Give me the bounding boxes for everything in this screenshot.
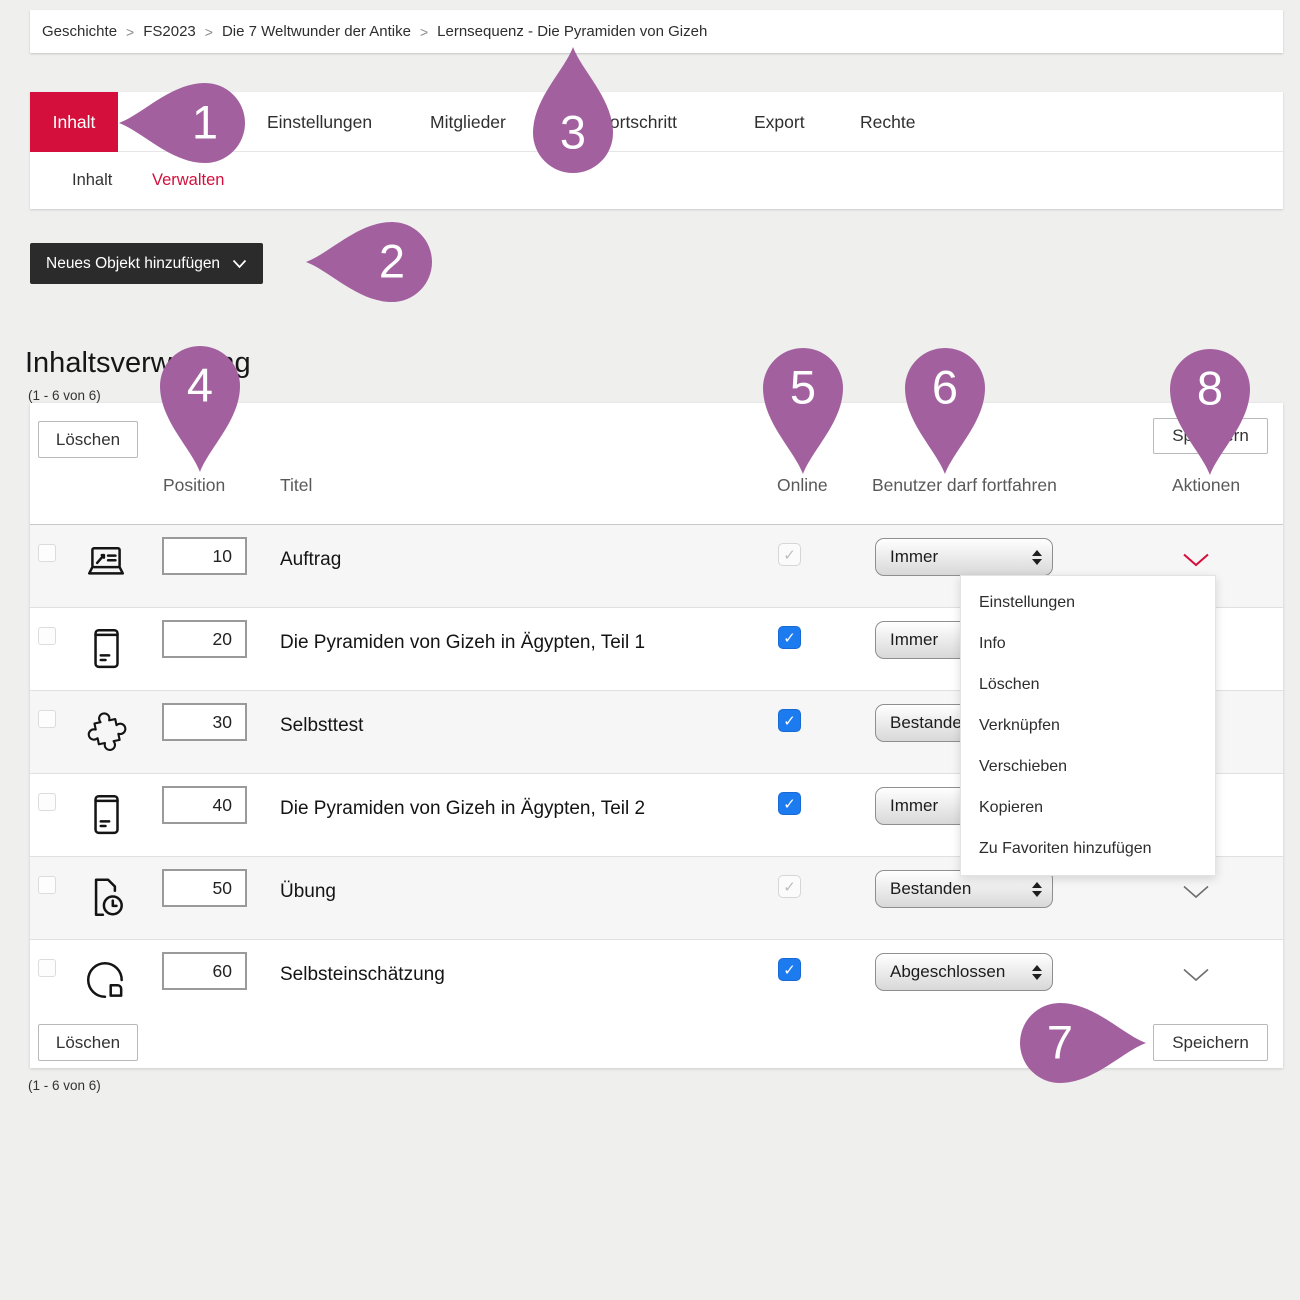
position-input[interactable] xyxy=(162,703,247,741)
chevron-down-icon xyxy=(232,259,247,269)
actions-dropdown-menu: Einstellungen Info Löschen Verknüpfen Ve… xyxy=(960,575,1216,876)
online-checkbox: ✓ xyxy=(778,543,801,566)
learning-module-icon xyxy=(83,625,129,671)
annotation-pin-number: 8 xyxy=(1197,365,1223,412)
item-title: Die Pyramiden von Gizeh in Ägypten, Teil… xyxy=(280,632,645,654)
tab-export[interactable]: Export xyxy=(754,92,805,152)
position-input[interactable] xyxy=(162,952,247,990)
breadcrumb-separator: > xyxy=(126,24,134,40)
exercise-clock-icon xyxy=(83,874,129,920)
select-arrows-icon xyxy=(1032,965,1042,980)
menu-item-kopieren[interactable]: Kopieren xyxy=(961,787,1215,828)
annotation-pin-6: 6 xyxy=(899,346,991,476)
online-checkbox[interactable]: ✓ xyxy=(778,792,801,815)
delete-button-bottom[interactable]: Löschen xyxy=(38,1024,138,1061)
tab-rechte[interactable]: Rechte xyxy=(860,92,915,152)
annotation-pin-number: 5 xyxy=(790,364,816,411)
column-header-progress: Benutzer darf fortfahren xyxy=(872,475,1057,496)
breadcrumb-item-fs2023[interactable]: FS2023 xyxy=(143,23,196,40)
menu-item-info[interactable]: Info xyxy=(961,623,1215,664)
menu-item-loeschen[interactable]: Löschen xyxy=(961,664,1215,705)
add-new-object-label: Neues Objekt hinzufügen xyxy=(46,255,220,273)
column-header-actions: Aktionen xyxy=(1172,475,1240,496)
breadcrumb-item-lernsequenz[interactable]: Lernsequenz - Die Pyramiden von Gizeh xyxy=(437,23,707,40)
annotation-pin-number: 3 xyxy=(560,109,586,156)
item-title: Selbsttest xyxy=(280,715,363,737)
annotation-pin-1: 1 xyxy=(117,77,247,169)
progress-select[interactable]: Immer xyxy=(875,538,1053,576)
item-title: Auftrag xyxy=(280,549,341,571)
breadcrumb-item-weltwunder[interactable]: Die 7 Weltwunder der Antike xyxy=(222,23,411,40)
item-title: Die Pyramiden von Gizeh in Ägypten, Teil… xyxy=(280,798,645,820)
ilias-content-admin-page: Geschichte > FS2023 > Die 7 Weltwunder d… xyxy=(0,0,1300,1300)
menu-item-verknuepfen[interactable]: Verknüpfen xyxy=(961,705,1215,746)
item-title: Selbsteinschätzung xyxy=(280,964,445,986)
annotation-pin-number: 1 xyxy=(192,99,218,146)
assignment-laptop-icon xyxy=(83,542,129,588)
item-title: Übung xyxy=(280,881,336,903)
online-checkbox[interactable]: ✓ xyxy=(778,626,801,649)
row-select-checkbox[interactable] xyxy=(38,710,56,728)
annotation-pin-4: 4 xyxy=(154,344,246,474)
tab-inhalt[interactable]: Inhalt xyxy=(30,92,118,152)
tab-einstellungen[interactable]: Einstellungen xyxy=(267,92,372,152)
delete-button-top[interactable]: Löschen xyxy=(38,421,138,458)
progress-select-value: Abgeschlossen xyxy=(890,962,1032,982)
row-select-checkbox[interactable] xyxy=(38,959,56,977)
annotation-pin-number: 7 xyxy=(1047,1019,1073,1066)
actions-dropdown-toggle[interactable] xyxy=(1182,967,1210,983)
online-checkbox[interactable]: ✓ xyxy=(778,709,801,732)
subtab-inhalt[interactable]: Inhalt xyxy=(72,152,112,208)
annotation-pin-5: 5 xyxy=(757,346,849,476)
progress-select-value: Bestanden xyxy=(890,879,1032,899)
position-input[interactable] xyxy=(162,537,247,575)
learning-module-icon xyxy=(83,791,129,837)
annotation-pin-3: 3 xyxy=(527,45,619,175)
row-select-checkbox[interactable] xyxy=(38,544,56,562)
column-header-online: Online xyxy=(777,475,828,496)
breadcrumb-item-geschichte[interactable]: Geschichte xyxy=(42,23,117,40)
annotation-pin-number: 2 xyxy=(379,238,405,285)
row-select-checkbox[interactable] xyxy=(38,627,56,645)
progress-select[interactable]: Abgeschlossen xyxy=(875,953,1053,991)
menu-item-favoriten[interactable]: Zu Favoriten hinzufügen xyxy=(961,828,1215,869)
position-input[interactable] xyxy=(162,869,247,907)
annotation-pin-number: 4 xyxy=(187,362,213,409)
online-checkbox: ✓ xyxy=(778,875,801,898)
survey-icon xyxy=(83,957,129,1003)
annotation-pin-8: 8 xyxy=(1164,347,1256,477)
select-arrows-icon xyxy=(1032,882,1042,897)
annotation-pin-7: 7 xyxy=(1018,997,1148,1089)
breadcrumb: Geschichte > FS2023 > Die 7 Weltwunder d… xyxy=(30,10,1283,53)
actions-dropdown-toggle[interactable] xyxy=(1182,552,1210,568)
row-select-checkbox[interactable] xyxy=(38,793,56,811)
row-select-checkbox[interactable] xyxy=(38,876,56,894)
column-header-title: Titel xyxy=(280,475,312,496)
menu-item-einstellungen[interactable]: Einstellungen xyxy=(961,582,1215,623)
result-range-top: (1 - 6 von 6) xyxy=(28,388,101,403)
result-range-bottom: (1 - 6 von 6) xyxy=(28,1078,101,1093)
position-input[interactable] xyxy=(162,620,247,658)
select-arrows-icon xyxy=(1032,550,1042,565)
online-checkbox[interactable]: ✓ xyxy=(778,958,801,981)
column-header-position: Position xyxy=(163,475,225,496)
annotation-pin-number: 6 xyxy=(932,364,958,411)
breadcrumb-separator: > xyxy=(205,24,213,40)
annotation-pin-2: 2 xyxy=(304,216,434,308)
progress-select-value: Immer xyxy=(890,547,1032,567)
breadcrumb-separator: > xyxy=(420,24,428,40)
add-new-object-button[interactable]: Neues Objekt hinzufügen xyxy=(30,243,263,284)
tab-mitglieder[interactable]: Mitglieder xyxy=(430,92,506,152)
puzzle-test-icon xyxy=(83,708,129,754)
save-button-bottom[interactable]: Speichern xyxy=(1153,1024,1268,1061)
position-input[interactable] xyxy=(162,786,247,824)
actions-dropdown-toggle[interactable] xyxy=(1182,884,1210,900)
menu-item-verschieben[interactable]: Verschieben xyxy=(961,746,1215,787)
